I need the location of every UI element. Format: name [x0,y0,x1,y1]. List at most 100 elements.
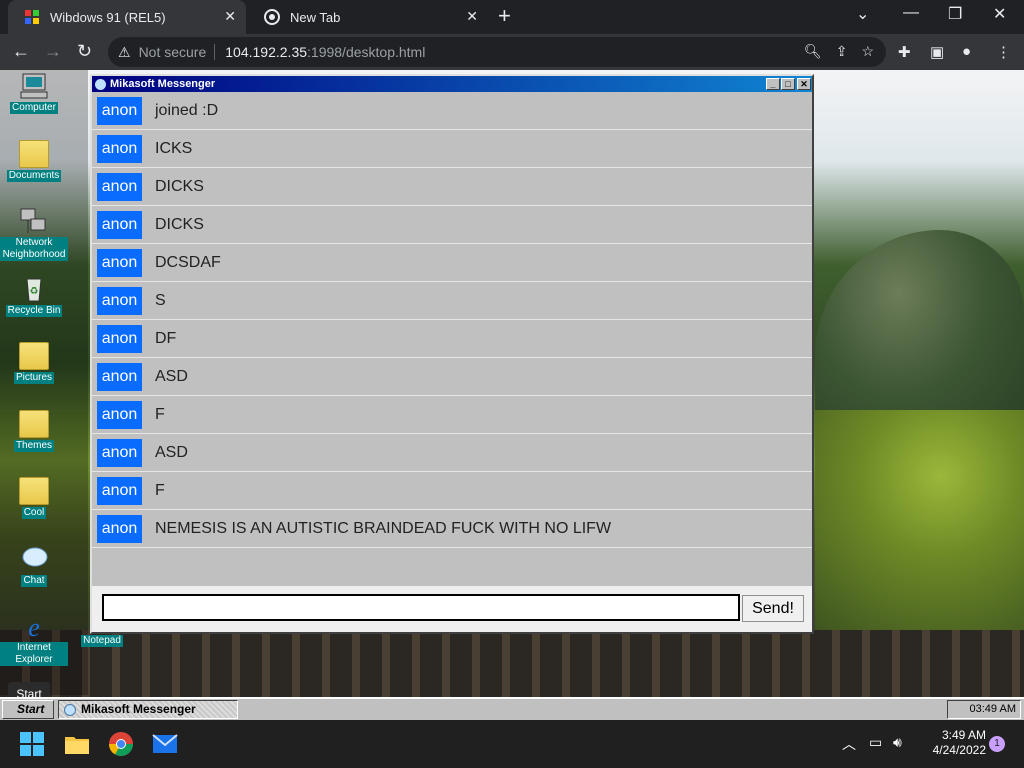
taskbar-messenger-button[interactable]: Mikasoft Messenger [58,700,238,719]
clock-date: 4/24/2022 [932,743,986,757]
desktop-icon-pictures[interactable]: Pictures [0,342,68,384]
browser-toolbar: ← → ↻ ⚠ Not secure 104.192.2.35 :1998/de… [0,34,1024,70]
chrome-icon[interactable] [108,731,134,757]
chrome-favicon-icon [264,9,280,25]
message-row: anon S [92,282,812,320]
username-badge: anon [97,134,142,163]
message-text: F [155,405,165,423]
menu-kebab-icon[interactable]: ⋮ [996,43,1011,61]
minimize-icon[interactable]: — [903,4,919,22]
message-text: S [155,291,166,309]
tab-search-icon[interactable]: ⌄ [856,4,869,24]
message-row: anon NEMESIS IS AN AUTISTIC BRAINDEAD FUC… [92,510,812,548]
start-button[interactable]: Start [2,700,54,719]
desktop-icon-computer[interactable]: Computer [0,72,68,114]
tab-title: New Tab [290,9,341,25]
message-text: joined :D [155,101,219,119]
security-label: Not secure [138,44,207,60]
share-icon[interactable]: ⇪ [836,43,848,60]
desktop-icon-internet-explorer[interactable]: e Internet Explorer [0,612,68,666]
zoom-icon[interactable]: 🔍︎ [804,43,822,60]
tab-new-tab[interactable]: New Tab ✕ [248,0,488,34]
show-hidden-icons[interactable]: ︿ [842,734,856,754]
host-taskbar: ︿ ▭ 🔊︎ 3:49 AM 4/24/2022 1 [0,720,1024,768]
message-row: anon ASD [92,358,812,396]
message-text: ASD [155,367,188,385]
new-tab-button[interactable]: + [498,5,511,27]
maximize-button[interactable]: □ [781,78,795,90]
desktop-icon-label: Documents [6,170,62,182]
tab-close-icon[interactable]: ✕ [466,8,478,25]
address-bar[interactable]: ⚠ Not secure 104.192.2.35 :1998/desktop.… [108,37,886,67]
side-panel-icon[interactable]: ▣ [930,43,944,61]
desktop-icon-cool[interactable]: Cool [0,477,68,519]
desktop-icon-notepad[interactable]: Notepad [68,635,136,647]
desktop-icon-label: Chat [21,575,47,587]
messenger-icon [95,78,106,90]
desktop-icon-documents[interactable]: Documents [0,140,68,182]
message-row: anon joined :D [92,92,812,130]
wibdows-desktop: Computer Documents Network Neighborhood … [0,70,1024,720]
message-text: DICKS [155,177,204,195]
folder-icon [19,342,49,370]
file-explorer-icon[interactable] [64,731,90,757]
taskbar-button-label: Mikasoft Messenger [81,702,196,716]
message-list: anon joined :D anon ICKS anon DICKS anon DIC… [92,92,812,548]
message-input[interactable] [102,594,740,621]
message-text: DF [155,329,177,347]
message-row: anon DF [92,320,812,358]
desktop-icon-network[interactable]: Network Neighborhood [0,207,68,261]
folder-icon [19,477,49,505]
minimize-button[interactable]: _ [766,78,780,90]
desktop-icon-chat[interactable]: Chat [0,545,68,587]
wallpaper-mountain [815,230,1024,440]
reload-icon[interactable]: ↻ [77,41,92,62]
message-row: anon F [92,472,812,510]
system-tray: 03:49 AM [947,700,1021,719]
notification-badge[interactable]: 1 [989,736,1005,752]
tray-clock: 03:49 AM [969,703,1016,715]
tab-close-icon[interactable]: ✕ [224,8,236,25]
computer-icon [19,72,49,100]
send-button[interactable]: Send! [742,595,804,622]
clock-time: 3:49 AM [941,728,986,742]
network-icon [19,207,49,235]
host-clock[interactable]: 3:49 AM 4/24/2022 [918,728,986,758]
messenger-window: Mikasoft Messenger _ □ ✕ anon joined :D a… [90,74,814,634]
desktop-icon-label: Cool [21,507,47,519]
forward-icon[interactable]: → [44,41,62,62]
profile-icon[interactable]: ● [962,43,971,60]
username-badge: anon [97,438,142,467]
desktop-icon-label: Network Neighborhood [0,237,68,261]
desktop-icon-label: Internet Explorer [0,642,68,666]
username-badge: anon [97,476,142,505]
restore-icon[interactable]: ❐ [948,4,962,24]
message-row: anon ICKS [92,130,812,168]
network-tray-icon[interactable]: ▭ [869,734,882,751]
username-badge: anon [97,514,142,543]
messenger-titlebar[interactable]: Mikasoft Messenger _ □ ✕ [92,76,812,92]
extensions-icon[interactable]: ✚ [898,43,911,61]
close-button[interactable]: ✕ [797,78,811,90]
username-badge: anon [97,324,142,353]
username-badge: anon [97,172,142,201]
tab-title: Wibdows 91 (REL5) [50,9,166,25]
mail-icon[interactable] [152,731,178,757]
tab-wibdows[interactable]: Wibdows 91 (REL5) ✕ [8,0,246,34]
volume-icon[interactable]: 🔊︎ [893,734,902,751]
desktop-icon-recycle-bin[interactable]: ♻ Recycle Bin [0,275,68,317]
message-text: F [155,481,165,499]
messenger-icon [64,704,76,716]
desktop-icon-themes[interactable]: Themes [0,410,68,452]
username-badge: anon [97,400,142,429]
close-window-icon[interactable]: ✕ [993,4,1006,24]
address-actions: 🔍︎ ⇪ ☆ [804,43,874,60]
svg-text:♻: ♻ [30,286,39,297]
windows-start-icon[interactable] [19,731,45,757]
recycle-bin-icon: ♻ [19,275,49,303]
folder-icon [19,140,49,168]
window-title: Mikasoft Messenger [110,78,216,90]
desktop-icon-label: Computer [10,102,58,114]
bookmark-star-icon[interactable]: ☆ [861,43,874,60]
back-icon[interactable]: ← [12,41,30,62]
